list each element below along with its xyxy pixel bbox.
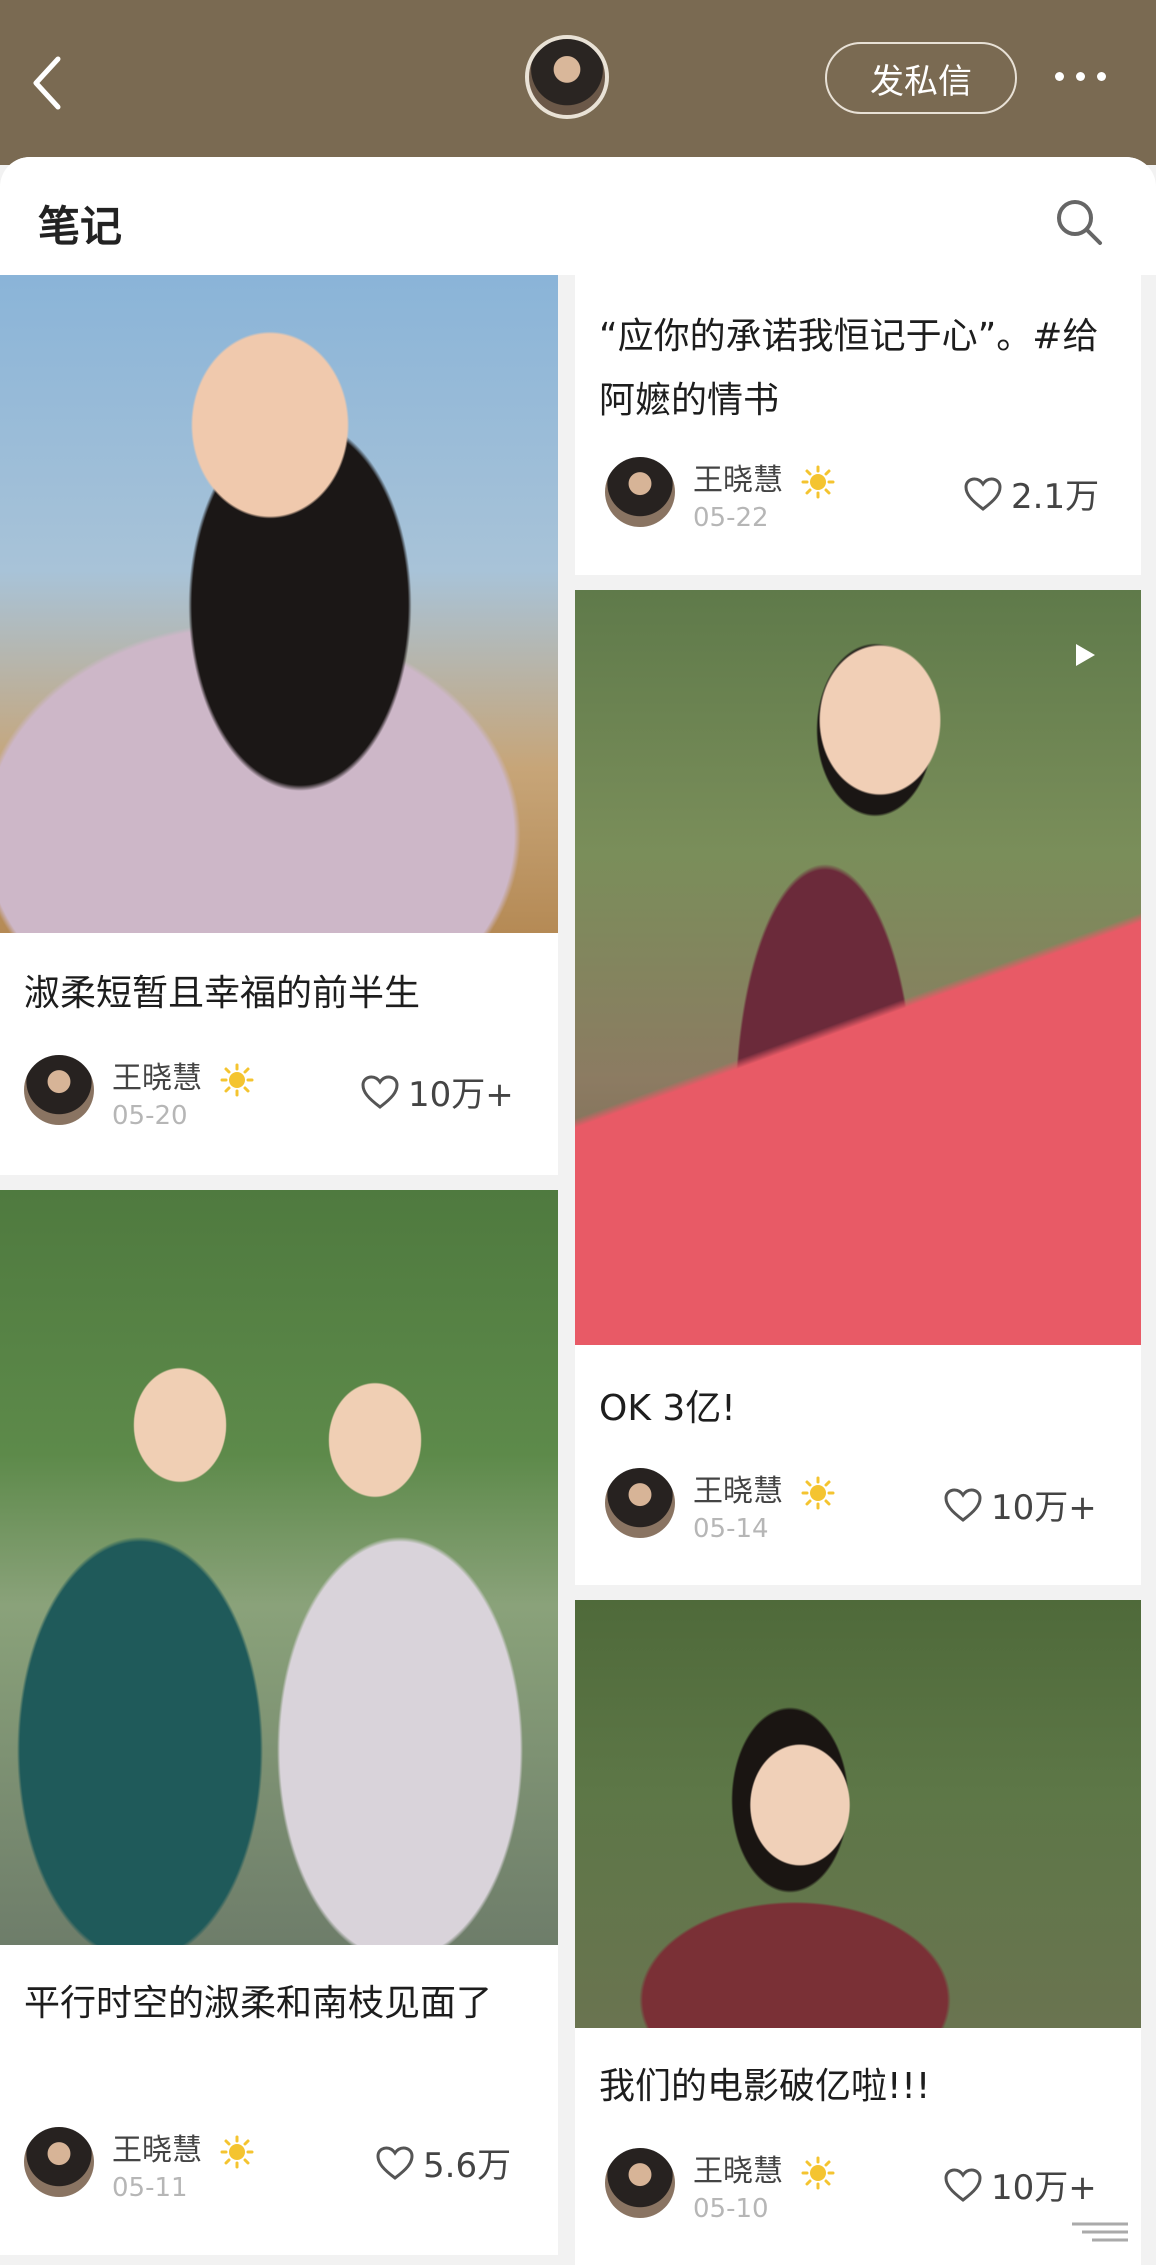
note-title: 我们的电影破亿啦!!! — [599, 2066, 931, 2107]
heart-outline-icon — [944, 1487, 982, 1522]
more-dot-icon — [1075, 71, 1085, 81]
author-avatar — [605, 1468, 675, 1538]
send-message-button[interactable]: 发私信 — [825, 42, 1017, 114]
note-image — [0, 1190, 558, 1945]
like-count: 2.1万 — [1011, 477, 1100, 517]
play-icon[interactable] — [1067, 638, 1101, 672]
sun-badge-icon — [220, 2135, 254, 2168]
like-button[interactable]: 10万+ — [943, 1480, 1097, 1529]
top-bar: 发私信 — [0, 0, 1156, 165]
author-name: 王晓慧 — [112, 1053, 254, 1097]
note-image — [0, 275, 558, 933]
note-image — [575, 590, 1141, 1345]
chevron-left-icon — [33, 56, 61, 110]
heart-outline-icon — [944, 2167, 982, 2202]
heart-outline-icon — [361, 1074, 399, 1109]
like-button[interactable]: 10万+ — [360, 1067, 514, 1116]
note-card[interactable]: “应你的承诺我恒记于心”。#给阿嬷的情书 王晓慧 05-22 2.1万 — [575, 275, 1141, 575]
author-avatar — [605, 457, 675, 527]
note-date: 05-11 — [112, 2173, 188, 2203]
author-avatar — [605, 2148, 675, 2218]
note-title: 平行时空的淑柔和南枝见面了 — [24, 1983, 493, 2024]
note-title: 淑柔短暂且幸福的前半生 — [24, 973, 421, 1014]
note-title: “应你的承诺我恒记于心”。#给阿嬷的情书 — [599, 316, 1099, 421]
sun-badge-icon — [801, 2156, 835, 2189]
like-count: 5.6万 — [423, 2146, 512, 2186]
author-name: 王晓慧 — [693, 455, 835, 499]
list-menu-icon — [1072, 2222, 1128, 2242]
note-date: 05-14 — [693, 1514, 769, 1544]
more-dot-icon — [1096, 71, 1106, 81]
sun-badge-icon — [801, 465, 835, 498]
profile-avatar[interactable] — [525, 35, 609, 119]
heart-outline-icon — [376, 2145, 414, 2180]
note-date: 05-20 — [112, 1101, 188, 1131]
author-name: 王晓慧 — [112, 2125, 254, 2169]
sun-badge-icon — [220, 1063, 254, 1096]
note-card[interactable]: 平行时空的淑柔和南枝见面了 王晓慧 05-11 5.6万 — [0, 1190, 558, 2255]
like-count: 10万+ — [991, 1488, 1097, 1528]
author-name: 王晓慧 — [693, 2146, 835, 2190]
section-title: 笔记 — [38, 202, 123, 251]
search-icon — [1057, 200, 1102, 245]
notes-header: 笔记 — [0, 157, 1156, 275]
note-card[interactable]: OK 3亿! 王晓慧 05-14 10万+ — [575, 590, 1141, 1585]
search-button[interactable] — [1054, 197, 1104, 247]
heart-outline-icon — [964, 476, 1002, 511]
like-button[interactable]: 5.6万 — [375, 2138, 511, 2187]
back-button[interactable] — [22, 48, 72, 118]
like-button[interactable]: 2.1万 — [963, 469, 1099, 518]
note-card[interactable]: 淑柔短暂且幸福的前半生 王晓慧 05-20 10万+ — [0, 275, 558, 1175]
note-title: OK 3亿! — [599, 1388, 736, 1429]
note-date: 05-10 — [693, 2194, 769, 2224]
author-name: 王晓慧 — [693, 1466, 835, 1510]
like-count: 10万+ — [991, 2168, 1097, 2208]
like-button[interactable]: 10万+ — [943, 2160, 1097, 2209]
note-card[interactable]: 我们的电影破亿啦!!! 王晓慧 05-10 10万+ — [575, 1600, 1141, 2265]
more-button[interactable] — [1040, 56, 1120, 96]
author-avatar — [24, 2127, 94, 2197]
note-date: 05-22 — [693, 503, 769, 533]
author-avatar — [24, 1055, 94, 1125]
sun-badge-icon — [801, 1476, 835, 1509]
like-count: 10万+ — [408, 1075, 514, 1115]
note-image — [575, 1600, 1141, 2028]
more-dot-icon — [1054, 71, 1064, 81]
